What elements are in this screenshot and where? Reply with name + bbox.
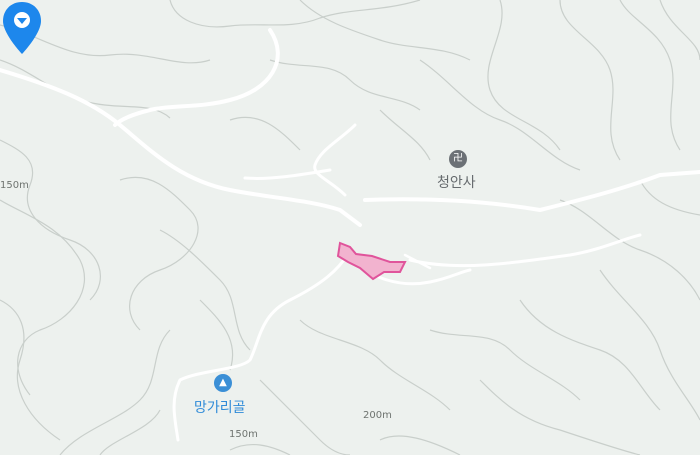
terrain-layer: [0, 0, 700, 455]
elevation-label: 200m: [363, 410, 392, 421]
elevation-label: 150m: [0, 180, 29, 191]
road-layer: [0, 28, 700, 442]
temple-icon[interactable]: 卍: [449, 150, 467, 168]
location-pin-icon[interactable]: [0, 0, 44, 56]
mountain-valley-icon[interactable]: ▲: [214, 374, 232, 392]
selected-area-highlight[interactable]: [336, 241, 407, 281]
elevation-label: 150m: [229, 429, 258, 440]
place-label-valley[interactable]: 망가리골: [194, 397, 246, 417]
contour-lines: [0, 0, 700, 455]
map-canvas[interactable]: 卍 청안사 ▲ 망가리골 150m 200m 150m: [0, 0, 700, 455]
place-label-temple[interactable]: 청안사: [437, 172, 476, 192]
